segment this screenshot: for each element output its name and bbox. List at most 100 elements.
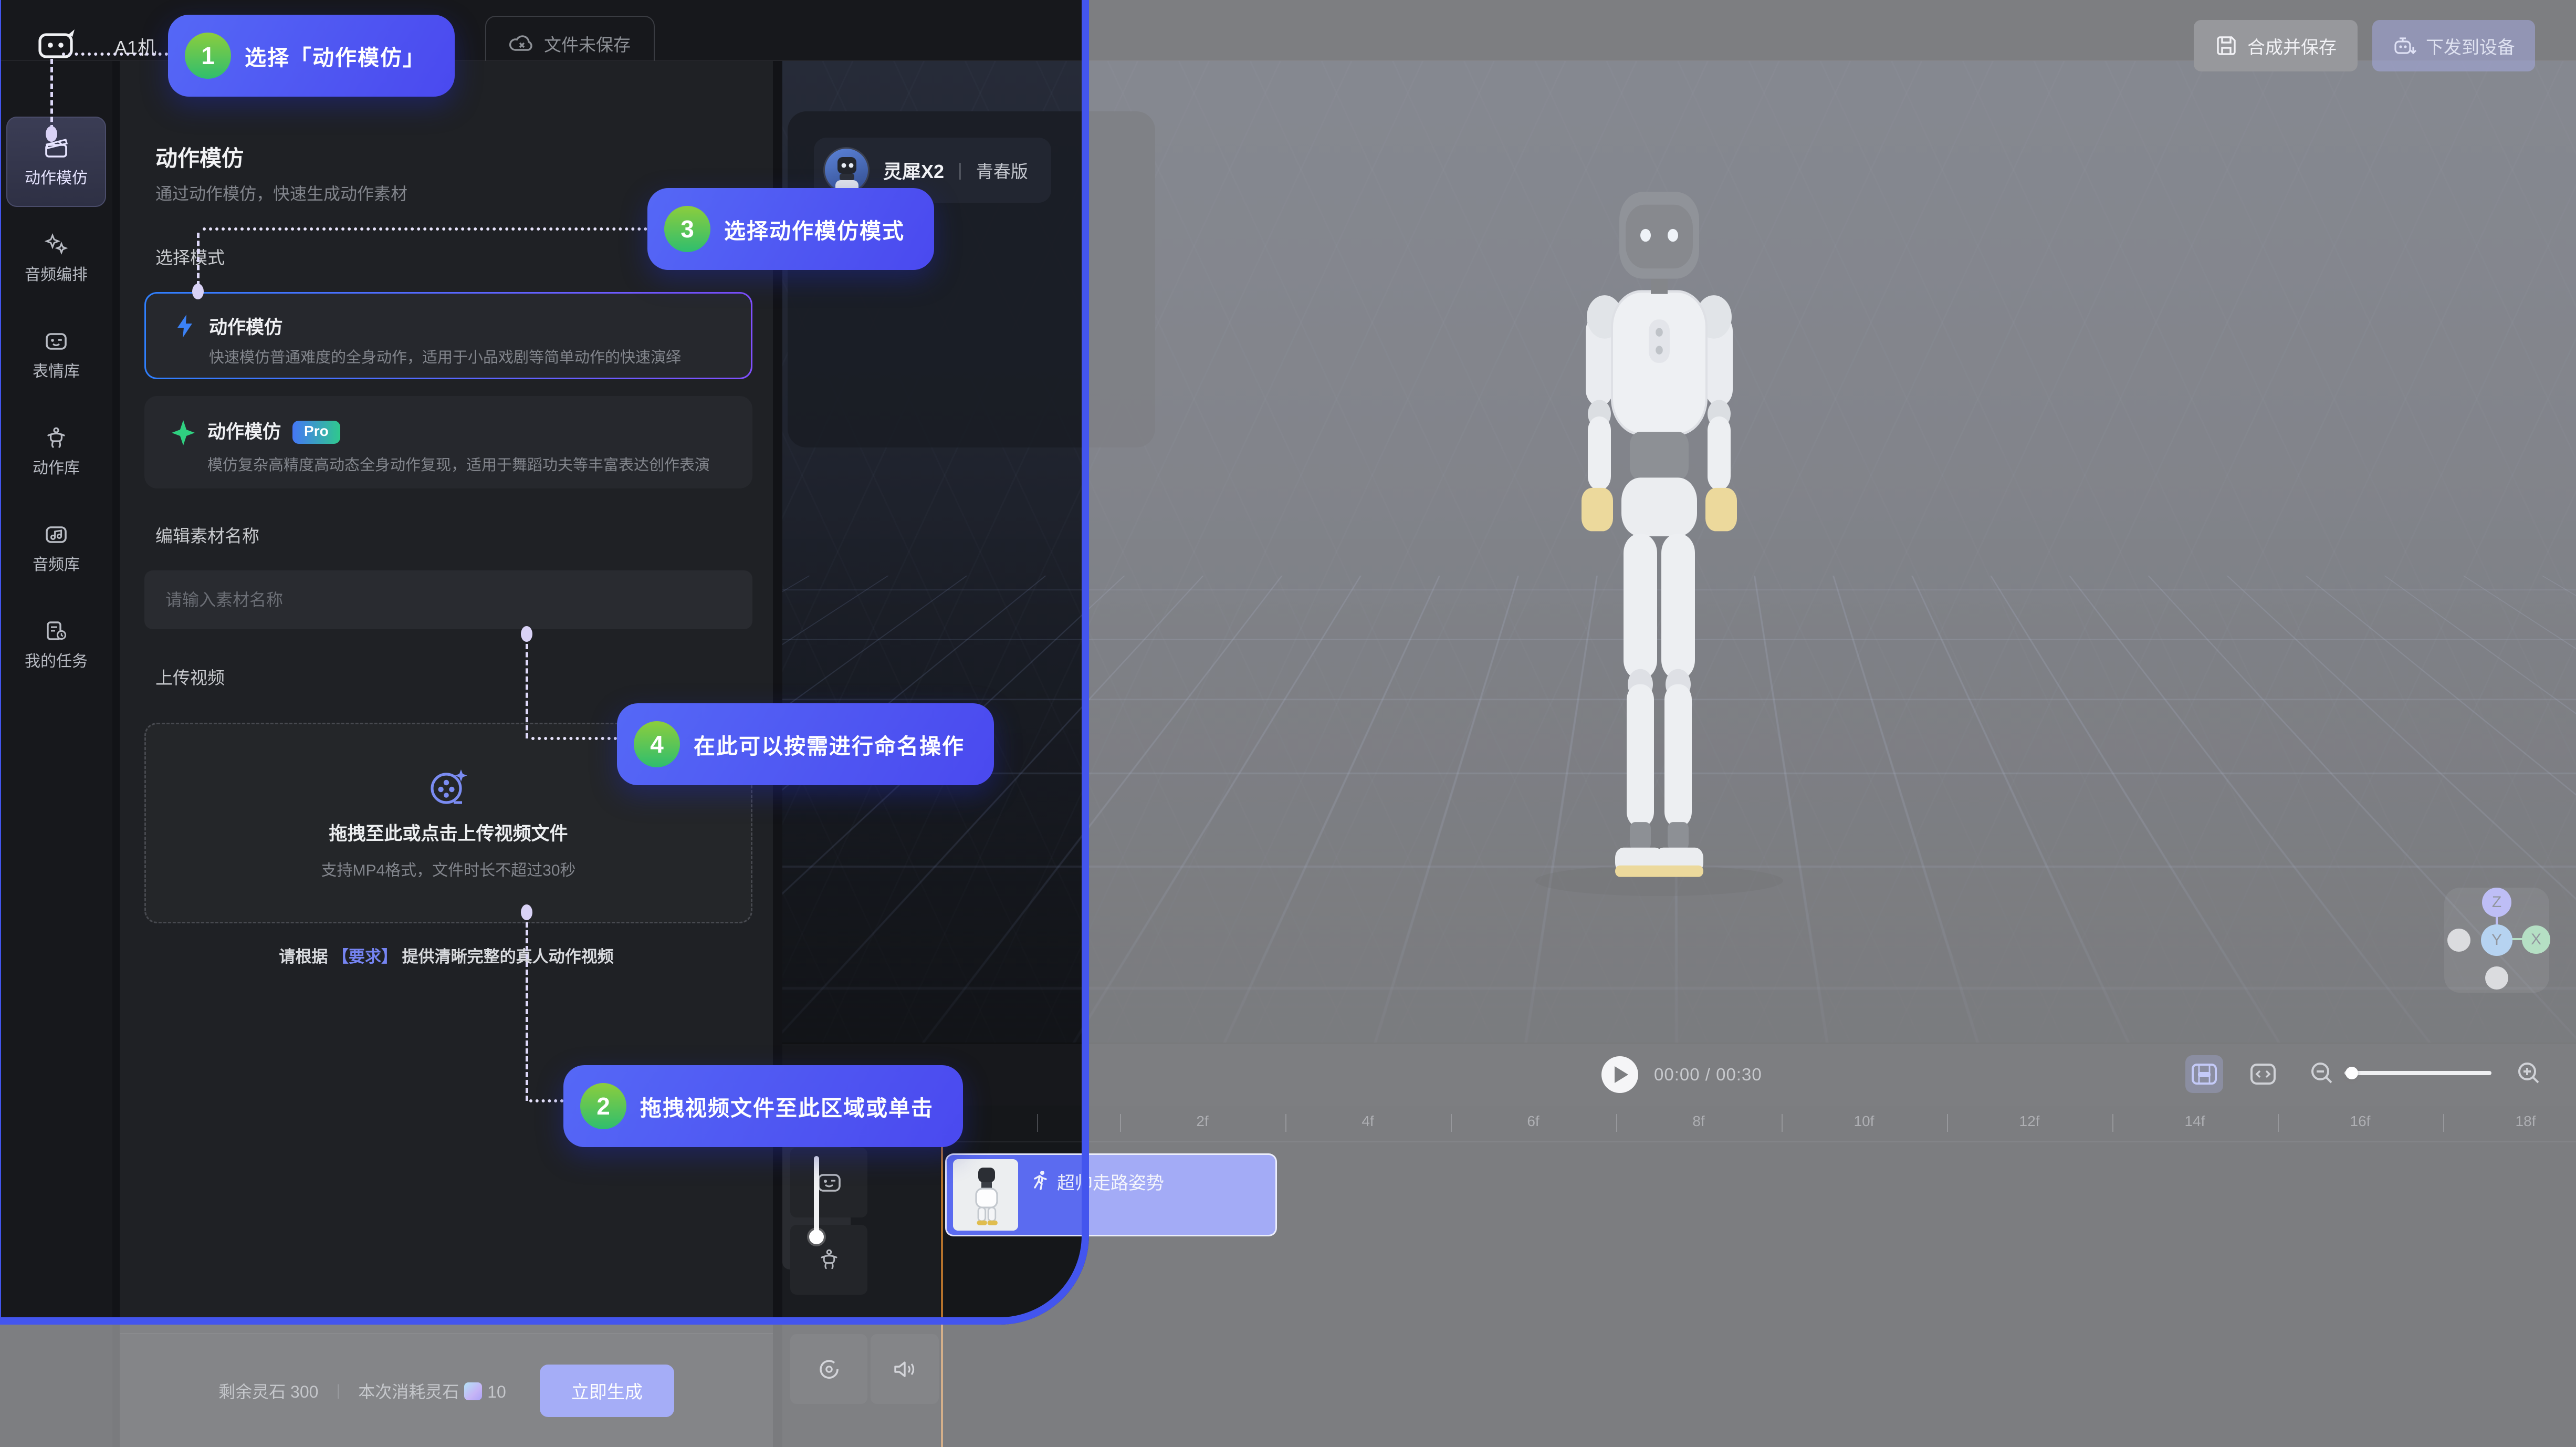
speaker-icon xyxy=(891,1357,918,1382)
sidebar-item-audio-library[interactable]: 音频库 xyxy=(6,503,106,594)
sidebar-item-action-library[interactable]: 动作库 xyxy=(6,407,106,497)
film-reel-sparkle-icon xyxy=(426,766,470,807)
ruler-label: 10f xyxy=(1854,1113,1875,1130)
ruler-tick xyxy=(1947,1114,1948,1132)
tour-dot-2 xyxy=(521,904,532,920)
task-list-icon xyxy=(43,619,69,643)
tour-dot-4 xyxy=(521,626,532,642)
ruler-tick xyxy=(1285,1114,1286,1132)
save-button[interactable]: 合成并保存 xyxy=(2194,20,2358,71)
robot-face-icon xyxy=(43,329,69,353)
ruler-label: 4f xyxy=(1362,1113,1374,1130)
timeline-ruler[interactable]: 2f 4f 6f 8f 10f 12f 14f 16f 18f xyxy=(940,1106,2576,1142)
tour-dot-3 xyxy=(192,284,204,299)
step-4-number: 4 xyxy=(634,721,680,767)
clip-label: 超帅走路姿势 xyxy=(1057,1169,1164,1194)
tour-step-3[interactable]: 3 选择动作模仿模式 xyxy=(647,188,934,270)
ruler-tick xyxy=(2112,1114,2113,1132)
gizmo-z-axis[interactable]: Z xyxy=(2482,888,2511,917)
floppy-icon xyxy=(2215,34,2238,57)
model-edition: 青春版 xyxy=(976,158,1028,183)
gizmo-y-axis[interactable]: Y xyxy=(2481,924,2512,956)
playback-controls-bar: 00:00 / 00:30 xyxy=(782,1043,2576,1106)
timeline-clip[interactable]: 超帅走路姿势 xyxy=(945,1153,1277,1236)
ruler-tick xyxy=(2443,1114,2444,1132)
gizmo-neg-z[interactable] xyxy=(2485,966,2508,990)
tour-connector-4-h xyxy=(531,737,617,740)
tour-connector-2-v xyxy=(526,922,528,1101)
cost-stones: 本次消耗灵石10 xyxy=(358,1379,506,1403)
panel-subtitle: 通过动作模仿，快速生成动作素材 xyxy=(155,181,407,205)
motion-track-icon xyxy=(815,1247,843,1273)
clip-mode-button[interactable] xyxy=(2185,1055,2223,1093)
cloud-unsaved-icon xyxy=(509,33,535,54)
clip-mode-icon xyxy=(2190,1060,2219,1088)
play-button[interactable] xyxy=(1601,1056,1638,1093)
robot-model[interactable] xyxy=(1512,182,1806,896)
ruler-label: 18f xyxy=(2516,1113,2536,1130)
motion-track-button[interactable] xyxy=(790,1225,867,1295)
requirements-link[interactable]: 【要求】 xyxy=(332,948,397,966)
person-icon xyxy=(43,425,69,450)
ruler-tick xyxy=(1782,1114,1783,1132)
ruler-tick xyxy=(1037,1114,1038,1132)
zoom-out-button[interactable] xyxy=(2303,1055,2341,1093)
3d-viewport[interactable]: 灵犀X2 | 青春版 Z Y X xyxy=(782,61,2576,1043)
zoom-out-icon xyxy=(2308,1060,2336,1088)
generate-now-button[interactable]: 立即生成 xyxy=(540,1365,674,1417)
ruler-label: 12f xyxy=(2019,1113,2040,1130)
audio-track-button[interactable] xyxy=(871,1334,939,1404)
dial-track-button[interactable] xyxy=(790,1334,867,1404)
mode-card-standard[interactable]: 动作模仿 快速模仿普通难度的全身动作，适用于小品戏剧等简单动作的快速演绎 xyxy=(144,292,752,379)
material-name-input[interactable] xyxy=(144,570,752,629)
ruler-label: 8f xyxy=(1692,1113,1704,1130)
zoom-in-button[interactable] xyxy=(2510,1055,2548,1093)
tour-step-1[interactable]: 1 选择「动作模仿」 xyxy=(168,15,455,97)
tour-dot-1 xyxy=(46,126,57,142)
pro-badge: Pro xyxy=(292,421,340,444)
ruler-label: 16f xyxy=(2350,1113,2371,1130)
ruler-tick xyxy=(1120,1114,1121,1132)
expression-track-button[interactable] xyxy=(790,1148,867,1217)
star-icon xyxy=(171,419,196,446)
sidebar-item-audio-arrange[interactable]: 音频编排 xyxy=(6,213,106,304)
tour-step-4[interactable]: 4 在此可以按需进行命名操作 xyxy=(617,703,994,785)
robot-download-icon xyxy=(2392,34,2417,57)
generate-bar: 剩余灵石 300 | 本次消耗灵石10 立即生成 xyxy=(120,1333,773,1447)
tour-connector-2-h xyxy=(529,1099,563,1102)
sidebar-item-expression-library[interactable]: 表情库 xyxy=(6,310,106,400)
track-rail: 40% xyxy=(782,1106,940,1447)
playback-time: 00:00 / 00:30 xyxy=(1654,1065,1762,1085)
fit-view-button[interactable] xyxy=(2244,1055,2282,1093)
play-icon xyxy=(1615,1066,1628,1083)
zoom-slider-knob[interactable] xyxy=(2345,1067,2358,1079)
timeline-zoom-slider[interactable] xyxy=(2344,1071,2491,1075)
sidebar-item-my-tasks[interactable]: 我的任务 xyxy=(6,600,106,690)
ruler-label: 14f xyxy=(2185,1113,2205,1130)
volume-slider-knob[interactable] xyxy=(809,1230,824,1244)
playhead[interactable] xyxy=(941,1106,943,1447)
ruler-label: 6f xyxy=(1527,1113,1539,1130)
lightning-icon xyxy=(173,314,196,339)
axis-gizmo[interactable]: Z Y X xyxy=(2444,888,2549,993)
upload-section-label: 上传视频 xyxy=(155,664,225,689)
gizmo-neg-x[interactable] xyxy=(2447,929,2470,952)
music-library-icon xyxy=(43,522,69,546)
running-man-icon xyxy=(1030,1170,1050,1191)
ruler-label: 2f xyxy=(1196,1113,1208,1130)
deploy-to-device-button[interactable]: 下发到设备 xyxy=(2372,20,2535,71)
remaining-stones: 剩余灵石 300 xyxy=(218,1379,318,1403)
zoom-in-icon xyxy=(2515,1060,2543,1088)
name-section-label: 编辑素材名称 xyxy=(155,522,259,547)
fit-view-icon xyxy=(2248,1060,2278,1088)
ruler-tick xyxy=(1451,1114,1452,1132)
tour-step-2[interactable]: 2 拖拽视频文件至此区域或单击 xyxy=(563,1065,963,1147)
gizmo-x-axis[interactable]: X xyxy=(2522,925,2550,954)
volume-slider[interactable] xyxy=(814,1156,819,1235)
sparkles-icon xyxy=(43,232,69,256)
mode-card-pro[interactable]: 动作模仿Pro 模仿复杂高精度高动态全身动作复现，适用于舞蹈功夫等丰富表达创作表… xyxy=(144,396,752,488)
tour-connector-3-h xyxy=(203,227,647,231)
dial-track-icon xyxy=(815,1357,843,1382)
timeline-panel: 40% 2f4f6f8f10f12f14f16f18f 超 xyxy=(782,1106,2576,1447)
sidebar: 动作模仿 音频编排 表情库 动作库 xyxy=(0,61,112,1447)
